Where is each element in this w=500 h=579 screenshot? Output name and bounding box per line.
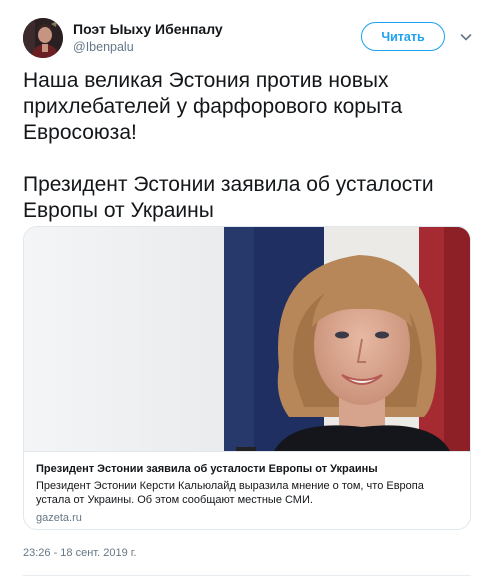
card-description: Президент Эстонии Керсти Кальюлайд выраз… [36,480,424,506]
author-name[interactable]: Поэт Ыыху Ибенпалу [73,21,223,37]
tweet-header: Поэт Ыыху Ибенпалу @Ibenpalu Читать [23,18,483,58]
tweet-text: Наша великая Эстония против новых прихле… [23,68,483,224]
card-image[interactable] [24,227,470,451]
card-domain: gazeta.ru [36,512,82,524]
author-handle[interactable]: @Ibenpalu [73,40,134,54]
chevron-down-icon[interactable] [459,30,473,44]
tweet: Поэт Ыыху Ибенпалу @Ibenpalu Читать Наша… [0,0,500,579]
divider [23,575,471,576]
follow-button[interactable]: Читать [361,22,445,51]
tweet-paragraph: Президент Эстонии заявила об усталости Е… [23,173,434,222]
timestamp[interactable]: 23:26 - 18 сент. 2019 г. [23,547,136,559]
link-card[interactable]: Президент Эстонии заявила об усталости Е… [23,226,471,530]
avatar-image [23,18,63,58]
card-body[interactable]: Президент Эстонии заявила об усталости Е… [24,451,470,529]
tweet-paragraph: Наша великая Эстония против новых прихле… [23,69,403,144]
avatar[interactable] [23,18,63,58]
card-title: Президент Эстонии заявила об усталости Е… [36,463,378,475]
